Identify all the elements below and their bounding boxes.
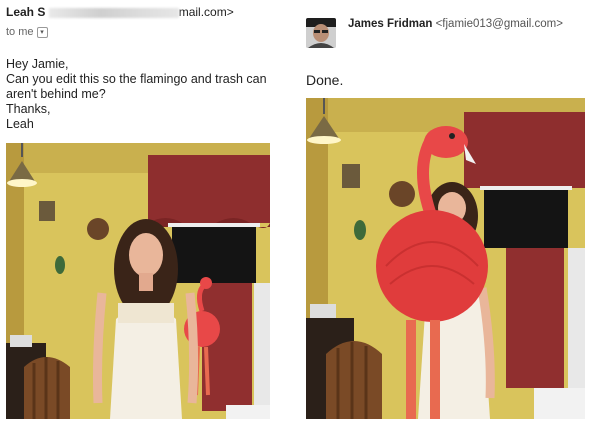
- sender-email-visible: mail.com>: [178, 5, 234, 19]
- recipient-line: to me ▾: [6, 26, 48, 38]
- edited-photo: [306, 98, 585, 419]
- user-avatar[interactable]: [306, 18, 336, 48]
- sender-line: Leah S mail.com>: [6, 5, 234, 19]
- reply-body: Done.: [306, 72, 344, 88]
- original-photo: [6, 143, 270, 419]
- reply-sender-line: James Fridman <fjamie013@gmail.com>: [348, 18, 563, 30]
- reply-sender-name[interactable]: James Fridman: [348, 18, 432, 30]
- email-body: Hey Jamie, Can you edit this so the flam…: [6, 57, 290, 132]
- sender-name[interactable]: Leah S: [6, 5, 45, 19]
- email-body-line: Thanks,: [6, 102, 51, 116]
- email-body-line: Hey Jamie,: [6, 57, 69, 71]
- original-email: Leah S mail.com> to me ▾ Hey Jamie, Can y…: [0, 0, 296, 424]
- email-body-line: Can you edit this so the flamingo and tr…: [6, 72, 267, 86]
- chevron-down-icon[interactable]: ▾: [36, 26, 48, 38]
- reply-sender-email: <fjamie013@gmail.com>: [435, 18, 563, 30]
- to-label: to me: [6, 26, 34, 38]
- email-body-line: aren't behind me?: [6, 87, 106, 101]
- redacted-email: [48, 7, 179, 18]
- email-body-line: Leah: [6, 117, 34, 131]
